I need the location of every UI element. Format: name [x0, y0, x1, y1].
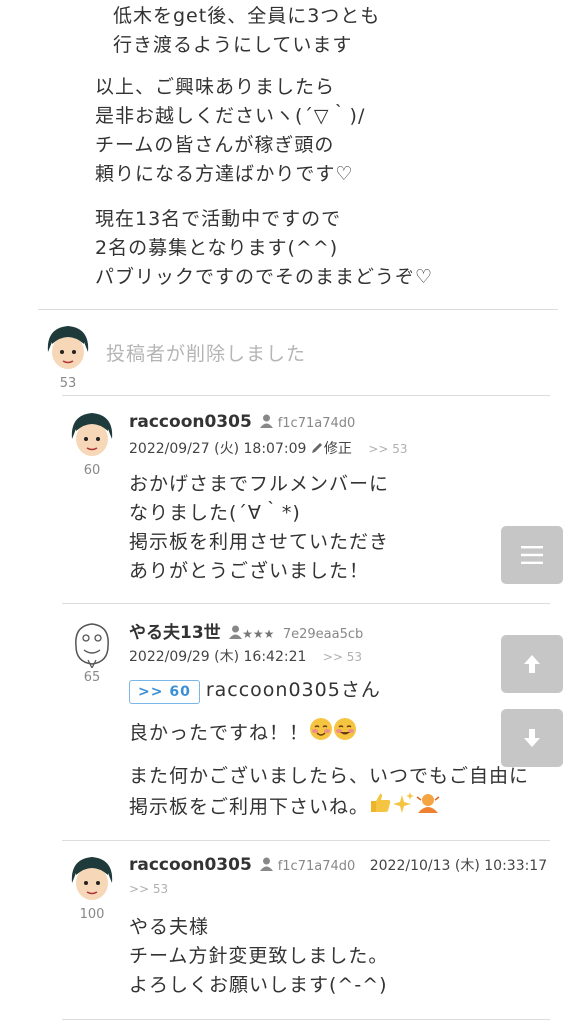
comment-line: おかげさまでフルメンバーに — [129, 473, 390, 495]
comment-date: 2022/09/29 (木) 16:42:21 — [129, 649, 307, 665]
bowing-person-icon — [415, 791, 441, 824]
divider — [62, 395, 550, 396]
avatar[interactable] — [42, 322, 94, 374]
username[interactable]: raccoon0305 — [129, 855, 252, 875]
divider — [62, 1019, 550, 1020]
divider — [62, 840, 550, 841]
post-line: 現在13名で活動中ですので — [95, 208, 342, 230]
comment-meta: 2022/09/27 (火) 18:07:09 修正 >> 53 — [129, 438, 408, 458]
edit-label[interactable]: 修正 — [324, 441, 352, 457]
arrow-down-icon — [524, 729, 540, 747]
rank-stars: ★★★ — [242, 627, 275, 641]
user-id: f1c71a74d0 — [277, 416, 356, 431]
deleted-message: 投稿者が削除しました — [106, 343, 307, 365]
post-paragraph-3: 現在13名で活動中ですので 2名の募集となります(^^) パブリックですのでその… — [95, 205, 433, 292]
comment-number: 100 — [79, 907, 105, 922]
comment-line: また何かございましたら、いつでもご自由に — [129, 765, 530, 787]
user-icon — [256, 414, 274, 431]
menu-icon — [521, 546, 543, 564]
reply-anchor[interactable]: >> 53 — [368, 442, 407, 456]
avatar[interactable] — [66, 409, 118, 461]
comment-meta: 2022/09/29 (木) 16:42:21 >> 53 — [129, 646, 362, 666]
scroll-down-button[interactable] — [501, 709, 563, 767]
user-icon — [256, 857, 274, 874]
arrow-up-icon — [524, 655, 540, 673]
post-line: 2名の募集となります(^^) — [95, 237, 339, 259]
comment-line: ありがとうございました！ — [129, 560, 370, 582]
post-line: 頼りになる方達ばかりです♡ — [95, 163, 354, 185]
post-line: 行き渡るようにしています — [113, 34, 353, 56]
post-line: 是非お越しくださいヽ(´▽｀)/ — [95, 105, 366, 127]
comment-line: やる夫様 — [129, 916, 210, 938]
reply-anchor[interactable]: >> 53 — [323, 650, 362, 664]
user-id: 7e29eaa5cb — [282, 627, 364, 642]
comment-header: やる夫13世 ★★★ 7e29eaa5cb — [129, 618, 363, 643]
post-line: 以上、ご興味ありましたら — [95, 76, 336, 98]
blushing-face-icon — [309, 717, 333, 750]
pencil-icon — [311, 441, 324, 457]
comment-line: 掲示板を利用させていただき — [129, 531, 390, 553]
avatar[interactable] — [66, 853, 118, 905]
comment-line: なりました(´∀｀*) — [129, 502, 301, 524]
comment-line: よろしくお願いします(^-^) — [129, 974, 388, 996]
mention: raccoon0305さん — [205, 679, 381, 701]
comment-number: 60 — [83, 463, 101, 478]
comment-line: 良かったですね！！ — [129, 722, 310, 744]
post-paragraph-2: 以上、ご興味ありましたら 是非お越しくださいヽ(´▽｀)/ チームの皆さんが稼ぎ… — [95, 73, 365, 189]
post-line: チームの皆さんが稼ぎ頭の — [95, 134, 335, 156]
thumbs-up-icon — [369, 791, 393, 824]
post-body-top: 低木をget後、全員に3つとも 行き渡るようにしています — [95, 2, 380, 60]
scroll-up-button[interactable] — [501, 635, 563, 693]
comment-body: やる夫様 チーム方針変更致しました。 よろしくお願いします(^-^) — [129, 913, 388, 1000]
comment-body: >> 60 raccoon0305さん 良かったですね！！ また何かございましたら… — [129, 676, 529, 824]
user-id: f1c71a74d0 — [277, 859, 356, 874]
comment-date: 2022/10/13 (木) 10:33:17 — [369, 858, 548, 874]
post-line: パブリックですのでそのままどうぞ♡ — [95, 266, 434, 288]
comment-line: チーム方針変更致しました。 — [129, 945, 389, 967]
menu-button[interactable] — [501, 526, 563, 584]
smiling-face-icon — [333, 717, 357, 750]
comment-header: raccoon0305 f1c71a74d0 — [129, 412, 355, 432]
user-icon — [225, 625, 243, 642]
username[interactable]: raccoon0305 — [129, 412, 252, 432]
divider — [38, 309, 558, 310]
comment-meta: >> 53 — [129, 881, 168, 897]
avatar[interactable] — [66, 616, 118, 668]
username[interactable]: やる夫13世 — [129, 623, 221, 643]
comment-header: raccoon0305 f1c71a74d0 2022/10/13 (木) 10… — [129, 855, 547, 875]
comment-body: おかげさまでフルメンバーに なりました(´∀｀*) 掲示板を利用させていただき … — [129, 470, 389, 586]
reply-anchor[interactable]: >> 53 — [129, 882, 168, 896]
comment-line: 掲示板をご利用下さいね。 — [129, 796, 370, 818]
comment-number: 65 — [83, 670, 101, 685]
post-number: 53 — [59, 376, 77, 391]
divider — [62, 603, 550, 604]
post-line: 低木をget後、全員に3つとも — [113, 5, 381, 27]
reply-badge[interactable]: >> 60 — [129, 680, 200, 704]
sparkles-icon — [393, 791, 415, 824]
comment-date: 2022/09/27 (火) 18:07:09 — [129, 441, 307, 457]
